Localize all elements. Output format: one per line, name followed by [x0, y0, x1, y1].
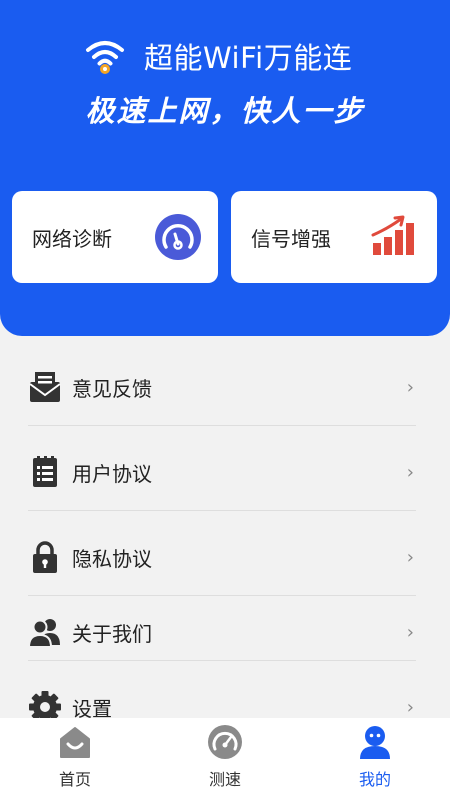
divider — [28, 660, 416, 661]
lock-icon — [28, 540, 62, 574]
menu-item-label: 关于我们 — [72, 621, 152, 646]
tab-label: 首页 — [58, 770, 91, 789]
brand-name: 超能WiFi万能连 — [144, 41, 353, 75]
menu-item-about-us[interactable]: 关于我们 › — [28, 615, 416, 649]
wifi-logo-icon — [86, 41, 124, 74]
document-icon — [28, 455, 62, 489]
profile-icon — [360, 726, 390, 759]
chevron-right-icon: › — [406, 696, 414, 718]
chevron-right-icon: › — [406, 461, 414, 483]
gauge-icon — [155, 214, 201, 260]
users-icon — [28, 615, 62, 649]
signal-boost-label: 信号增强 — [251, 227, 331, 251]
tab-label: 测速 — [208, 770, 241, 789]
header: 超能WiFi万能连 极速上网，快人一步 网络诊断 信号增强 — [0, 0, 450, 336]
feedback-icon — [28, 370, 62, 404]
brand: 超能WiFi万能连 — [84, 36, 352, 76]
tab-home[interactable]: 首页 — [0, 718, 150, 800]
chevron-right-icon: › — [406, 546, 414, 568]
network-diagnosis-card[interactable]: 网络诊断 — [12, 191, 218, 283]
menu-item-privacy-policy[interactable]: 隐私协议 › — [28, 540, 416, 574]
signal-bars-icon — [371, 215, 414, 255]
tab-label: 我的 — [358, 770, 391, 789]
divider — [28, 425, 416, 426]
speedometer-icon — [208, 725, 242, 759]
menu-item-label: 隐私协议 — [72, 546, 152, 571]
home-icon — [60, 727, 90, 758]
menu-item-feedback[interactable]: 意见反馈 › — [28, 370, 416, 404]
signal-boost-card[interactable]: 信号增强 — [231, 191, 437, 283]
slogan: 极速上网，快人一步 — [85, 94, 365, 128]
menu-item-label: 意见反馈 — [72, 376, 152, 401]
tab-profile[interactable]: 我的 — [300, 718, 450, 800]
menu-item-user-agreement[interactable]: 用户协议 › — [28, 455, 416, 489]
menu-item-label: 用户协议 — [72, 461, 152, 486]
divider — [28, 595, 416, 596]
chevron-right-icon: › — [406, 621, 414, 643]
divider — [28, 510, 416, 511]
tab-bar: 首页 测速 我的 — [0, 718, 450, 800]
network-diagnosis-label: 网络诊断 — [32, 227, 112, 251]
chevron-right-icon: › — [406, 376, 414, 398]
tab-speed-test[interactable]: 测速 — [150, 718, 300, 800]
